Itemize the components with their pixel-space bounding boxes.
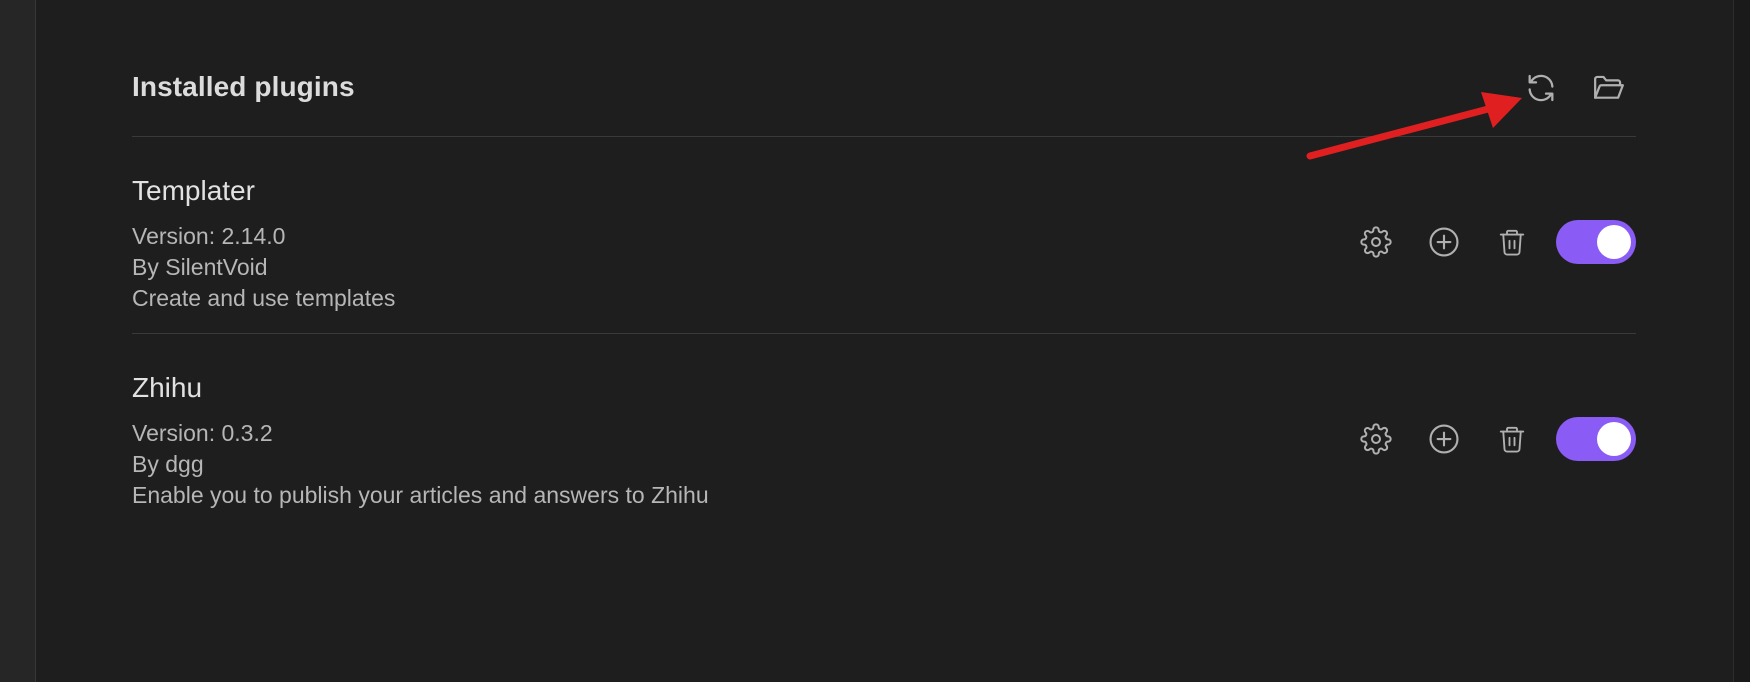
plugin-author: By SilentVoid (132, 254, 268, 280)
open-plugins-folder-button[interactable] (1589, 68, 1629, 108)
folder-open-icon (1591, 71, 1627, 105)
plugin-enable-toggle[interactable] (1556, 417, 1636, 461)
plugin-uninstall-button[interactable] (1492, 419, 1532, 459)
toggle-knob (1597, 225, 1631, 259)
plugin-options-button[interactable] (1356, 222, 1396, 262)
scrollbar-track[interactable] (1733, 0, 1750, 682)
plugin-author: By dgg (132, 451, 204, 477)
plugin-hotkeys-button[interactable] (1424, 419, 1464, 459)
reload-icon (1524, 71, 1558, 105)
toggle-knob (1597, 422, 1631, 456)
plugin-description: Create and use templates (132, 285, 396, 311)
plugin-uninstall-button[interactable] (1492, 222, 1532, 262)
plugin-enable-toggle[interactable] (1556, 220, 1636, 264)
plugin-description: Enable you to publish your articles and … (132, 482, 709, 508)
gear-icon (1360, 423, 1392, 455)
plugin-actions (1356, 416, 1636, 462)
plugin-meta: Version: 0.3.2 By dgg Enable you to publ… (132, 418, 709, 511)
left-sidebar-edge (0, 0, 36, 682)
plugin-hotkeys-button[interactable] (1424, 222, 1464, 262)
plugin-name: Templater (132, 175, 255, 206)
plugin-row-templater: Templater Version: 2.14.0 By SilentVoid … (132, 137, 1636, 334)
trash-icon (1497, 423, 1527, 455)
plugin-row-zhihu: Zhihu Version: 0.3.2 By dgg Enable you t… (132, 334, 1636, 530)
trash-icon (1497, 226, 1527, 258)
settings-page: Installed plugins Templater Version: 2.1… (0, 0, 1750, 682)
plugin-actions (1356, 219, 1636, 265)
plus-circle-icon (1427, 225, 1461, 259)
plugin-meta: Version: 2.14.0 By SilentVoid Create and… (132, 221, 395, 314)
gear-icon (1360, 226, 1392, 258)
section-title: Installed plugins (132, 71, 355, 102)
plugin-name: Zhihu (132, 372, 203, 403)
plugin-version: Version: 2.14.0 (132, 223, 286, 249)
reload-plugins-button[interactable] (1521, 68, 1561, 108)
plugin-version: Version: 0.3.2 (132, 420, 273, 446)
plus-circle-icon (1427, 422, 1461, 456)
plugin-options-button[interactable] (1356, 419, 1396, 459)
installed-plugins-header: Installed plugins (132, 0, 1636, 137)
plugins-panel: Installed plugins Templater Version: 2.1… (132, 0, 1636, 530)
